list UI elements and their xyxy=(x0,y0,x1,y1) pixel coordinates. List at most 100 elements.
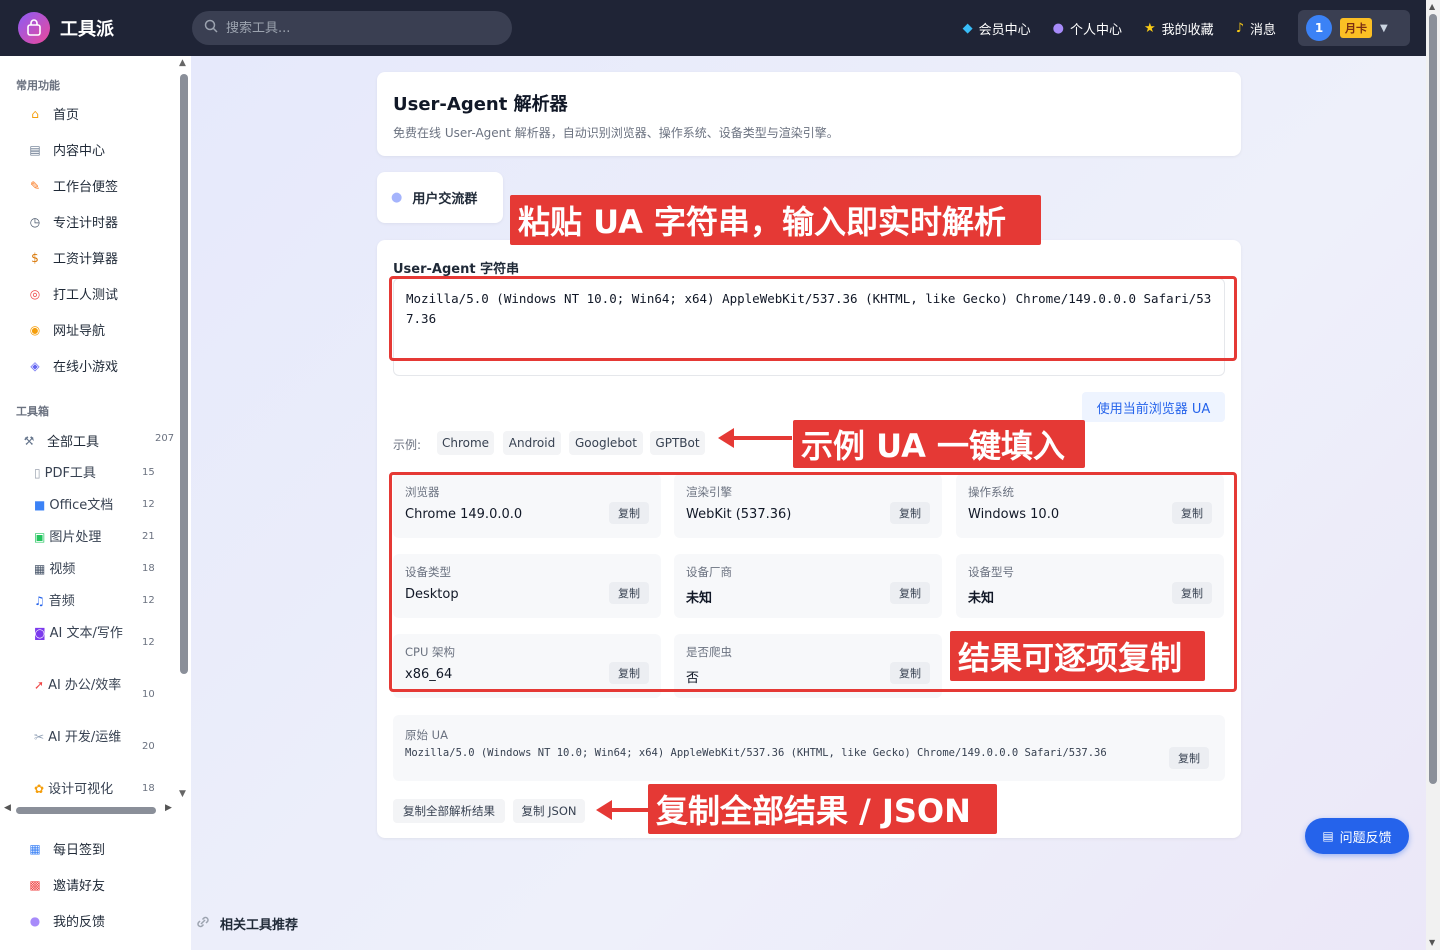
chevron-down-icon: ▼ xyxy=(1380,22,1388,34)
result-device-vendor: 设备厂商 未知 复制 xyxy=(674,554,942,618)
page-scrollbar-thumb[interactable] xyxy=(1429,14,1437,784)
arrow-left-icon xyxy=(718,428,792,448)
search-input[interactable] xyxy=(226,20,486,36)
nav-favorites[interactable]: ★ 我的收藏 xyxy=(1144,19,1214,38)
sidebar-item-label: 专注计时器 xyxy=(53,216,119,231)
result-engine: 渲染引擎 WebKit (537.36) 复制 xyxy=(674,474,942,538)
copy-json-button[interactable]: 复制 JSON xyxy=(513,799,585,823)
scroll-up-arrow-icon[interactable]: ▲ xyxy=(1429,2,1435,11)
all-tools-count: 207 xyxy=(155,433,175,444)
sidebar-scroll-area: 常用功能 ⌂ 首页 ▤ 内容中心 ✎ 工作台便签 ◷ 专注计时器 $ 工资计算器 ◎ 打工人… xyxy=(0,56,191,803)
result-key: 操作系统 xyxy=(968,485,1014,499)
bell-icon: ♪ xyxy=(1235,20,1244,36)
sidebar-category-image[interactable]: ▣ 图片处理 xyxy=(34,527,154,548)
category-count: 12 xyxy=(142,637,155,648)
sidebar-category-design[interactable]: ✿ 设计可视化 xyxy=(34,779,154,800)
sidebar-category-ai-dev[interactable]: ✂ AI 开发/运维 xyxy=(34,727,134,748)
copy-button[interactable]: 复制 xyxy=(1172,502,1212,524)
copy-button[interactable]: 复制 xyxy=(1172,582,1212,604)
avatar: 1 xyxy=(1306,15,1332,41)
sidebar: 常用功能 ⌂ 首页 ▤ 内容中心 ✎ 工作台便签 ◷ 专注计时器 $ 工资计算器 ◎ 打工人… xyxy=(0,56,191,950)
logo-bag-icon xyxy=(18,12,50,44)
sidebar-item-checkin[interactable]: ▦ 每日签到 xyxy=(26,839,105,859)
scroll-right-arrow-icon[interactable]: ▶ xyxy=(165,803,172,813)
sidebar-horizontal-scrollbar[interactable]: ◀ ▶ xyxy=(0,803,191,817)
copy-raw-button[interactable]: 复制 xyxy=(1169,747,1209,769)
sidebar-vertical-scrollbar[interactable]: ▲ ▼ xyxy=(178,56,190,803)
user-menu[interactable]: 1 月卡 ▼ xyxy=(1298,10,1410,46)
nav-messages[interactable]: ♪ 消息 xyxy=(1236,19,1276,38)
result-value: x86_64 xyxy=(405,667,453,682)
sidebar-item-home[interactable]: ⌂ 首页 xyxy=(26,104,176,124)
result-device-type: 设备类型 Desktop 复制 xyxy=(393,554,661,618)
copy-button[interactable]: 复制 xyxy=(890,662,930,684)
search-bar[interactable] xyxy=(192,11,512,45)
sidebar-item-timer[interactable]: ◷ 专注计时器 xyxy=(26,212,176,232)
stopwatch-icon: ◷ xyxy=(29,214,41,229)
sidebar-item-label: 内容中心 xyxy=(53,144,106,159)
copy-button[interactable]: 复制 xyxy=(890,582,930,604)
user-icon: ● xyxy=(1052,20,1064,36)
example-chrome-button[interactable]: Chrome xyxy=(437,431,494,455)
sidebar-item-games[interactable]: ◈ 在线小游戏 xyxy=(26,356,176,376)
category-label: 图片处理 xyxy=(49,530,102,545)
wrench-icon: ✂ xyxy=(34,730,45,744)
sidebar-item-worker-test[interactable]: ◎ 打工人测试 xyxy=(26,284,176,304)
target-icon: ◎ xyxy=(29,286,41,301)
sidebar-category-ai-office[interactable]: ➚ AI 办公/效率 xyxy=(34,675,134,696)
section-title-tools: 工具箱 xyxy=(16,405,49,418)
user-group-button[interactable]: ● 用户交流群 xyxy=(377,172,503,223)
sidebar-category-audio[interactable]: ♫ 音频 xyxy=(34,591,154,612)
gamepad-icon: ◈ xyxy=(30,358,40,373)
sidebar-item-label: 网址导航 xyxy=(53,324,106,339)
use-current-ua-button[interactable]: 使用当前浏览器 UA xyxy=(1082,392,1225,422)
copy-button[interactable]: 复制 xyxy=(890,502,930,524)
sidebar-category-office[interactable]: ■ Office文档 xyxy=(34,495,154,516)
money-bag-icon: $ xyxy=(31,250,39,265)
sidebar-item-all-tools[interactable]: ⚒ 全部工具 xyxy=(20,431,170,451)
sidebar-item-salary[interactable]: $ 工资计算器 xyxy=(26,248,176,268)
example-gptbot-button[interactable]: GPTBot xyxy=(650,431,705,455)
nav-member-center[interactable]: ◆ 会员中心 xyxy=(963,19,1031,38)
scroll-left-arrow-icon[interactable]: ◀ xyxy=(4,803,11,813)
sidebar-item-notes[interactable]: ✎ 工作台便签 xyxy=(26,176,176,196)
page-title: User-Agent 解析器 xyxy=(393,94,568,115)
scroll-down-arrow-icon[interactable]: ▼ xyxy=(1429,938,1435,947)
sidebar-item-feedback[interactable]: ● 我的反馈 xyxy=(26,911,105,931)
copy-button[interactable]: 复制 xyxy=(609,662,649,684)
page-vertical-scrollbar[interactable]: ▲ ▼ xyxy=(1426,0,1440,950)
nav-personal-center[interactable]: ● 个人中心 xyxy=(1053,19,1122,38)
scroll-up-arrow-icon[interactable]: ▲ xyxy=(179,58,186,68)
example-googlebot-button[interactable]: Googlebot xyxy=(569,431,643,455)
sidebar-item-nav[interactable]: ◉ 网址导航 xyxy=(26,320,176,340)
home-icon: ⌂ xyxy=(31,106,39,121)
feedback-float-button[interactable]: ▤ 问题反馈 xyxy=(1305,818,1409,854)
sidebar-category-ai-writing[interactable]: ◙ AI 文本/写作 xyxy=(34,623,134,644)
logo[interactable]: 工具派 xyxy=(18,12,192,44)
scroll-down-arrow-icon[interactable]: ▼ xyxy=(179,789,186,799)
nav-label: 会员中心 xyxy=(978,22,1031,38)
rocket-icon: ➚ xyxy=(34,678,45,692)
category-count: 21 xyxy=(142,531,155,542)
sidebar-category-pdf[interactable]: ▯ PDF工具 xyxy=(34,463,154,484)
ua-textarea[interactable]: Mozilla/5.0 (Windows NT 10.0; Win64; x64… xyxy=(393,278,1225,376)
sidebar-item-label: 首页 xyxy=(53,108,80,123)
sidebar-category-video[interactable]: ▦ 视频 xyxy=(34,559,154,580)
sidebar-item-invite[interactable]: ▩ 邀请好友 xyxy=(26,875,105,895)
link-icon xyxy=(196,915,210,933)
result-browser: 浏览器 Chrome 149.0.0.0 复制 xyxy=(393,474,661,538)
result-os: 操作系统 Windows 10.0 复制 xyxy=(956,474,1224,538)
news-icon: ▤ xyxy=(29,142,41,157)
copy-button[interactable]: 复制 xyxy=(609,502,649,524)
copy-all-results-button[interactable]: 复制全部解析结果 xyxy=(393,799,505,823)
copy-button[interactable]: 复制 xyxy=(609,582,649,604)
callout-copy-all: 复制全部结果 / JSON xyxy=(648,784,997,834)
sidebar-item-content[interactable]: ▤ 内容中心 xyxy=(26,140,176,160)
result-value: WebKit (537.36) xyxy=(686,507,792,522)
result-value: 否 xyxy=(686,671,700,686)
example-android-button[interactable]: Android xyxy=(503,431,561,455)
robot-icon: ◙ xyxy=(34,626,46,640)
scrollbar-thumb[interactable] xyxy=(16,807,156,814)
result-key: 是否爬虫 xyxy=(686,645,732,659)
scrollbar-thumb[interactable] xyxy=(180,74,188,674)
